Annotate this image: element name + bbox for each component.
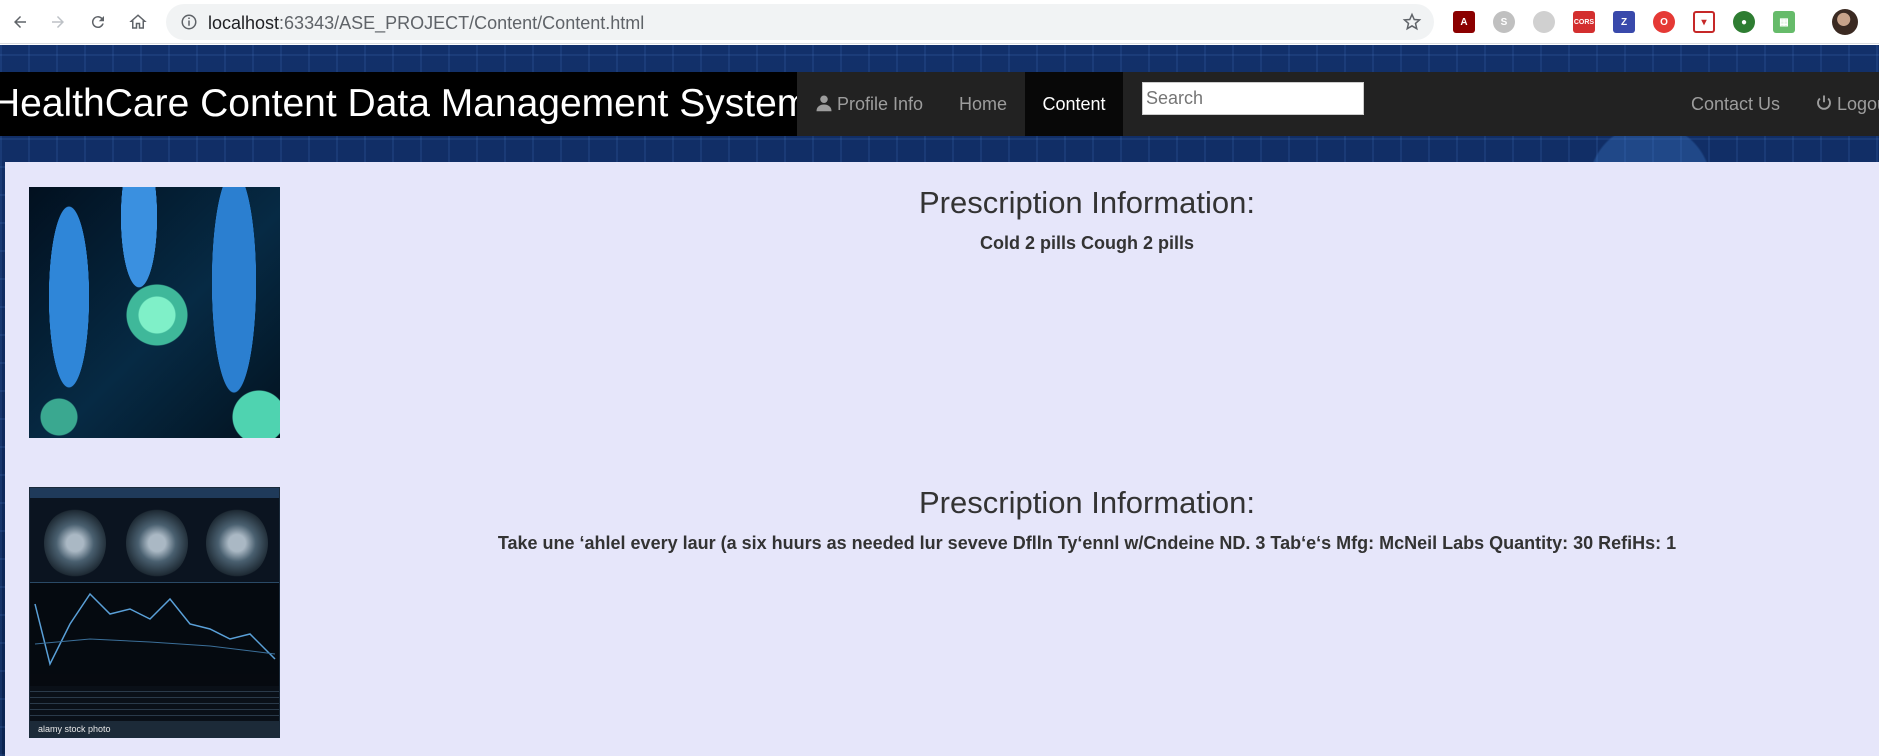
content-panel: Prescription Information: Cold 2 pills C…: [5, 162, 1879, 756]
pdf-extension-icon[interactable]: A: [1453, 11, 1475, 33]
cors-extension-icon[interactable]: CORS: [1573, 11, 1595, 33]
nav-profile-info-label: Profile Info: [837, 94, 924, 114]
nav-profile-info[interactable]: Profile Info: [815, 72, 923, 136]
brain-scan-image: alamy stock photo: [29, 487, 280, 738]
nav-logout[interactable]: Logout: [1815, 72, 1879, 136]
zotero-extension-icon[interactable]: Z: [1613, 11, 1635, 33]
stock-watermark: alamy stock photo: [30, 721, 279, 737]
page-background: HealthCare Content Data Management Syste…: [0, 45, 1879, 756]
top-navbar: HealthCare Content Data Management Syste…: [0, 72, 1879, 136]
bookmark-star-icon[interactable]: [1402, 12, 1422, 32]
profile-avatar[interactable]: [1832, 9, 1858, 35]
nav-home[interactable]: Home: [959, 72, 1007, 136]
back-arrow-icon[interactable]: [8, 10, 32, 34]
info-icon[interactable]: [180, 13, 198, 31]
skype-extension-icon[interactable]: S: [1493, 11, 1515, 33]
url-text: localhost:63343/ASE_PROJECT/Content/Cont…: [208, 13, 645, 33]
power-icon: [1817, 95, 1831, 110]
prescription-body: Cold 2 pills Cough 2 pills: [979, 233, 1194, 253]
reload-icon[interactable]: [86, 10, 110, 34]
bacteria-image: [29, 187, 280, 438]
nav-contact-us[interactable]: Contact Us: [1691, 72, 1780, 136]
pocket-extension-icon[interactable]: ▾: [1693, 11, 1715, 33]
site-brand[interactable]: HealthCare Content Data Management Syste…: [0, 72, 797, 136]
prescription-title: Prescription Information:: [919, 185, 1255, 220]
nav-content[interactable]: Content: [1025, 72, 1123, 136]
prescription-body: Take une ‘ahlel every laur (a six huurs …: [497, 533, 1677, 553]
search-input[interactable]: [1142, 82, 1364, 115]
circle-extension-icon[interactable]: [1533, 11, 1555, 33]
nav-logout-label: Logout: [1837, 94, 1879, 114]
sheets-extension-icon[interactable]: ▦: [1773, 11, 1795, 33]
prescription-title: Prescription Information:: [919, 485, 1255, 520]
globe-extension-icon[interactable]: ●: [1733, 11, 1755, 33]
browser-toolbar: localhost:63343/ASE_PROJECT/Content/Cont…: [0, 0, 1879, 44]
home-icon[interactable]: [126, 10, 150, 34]
opera-extension-icon[interactable]: O: [1653, 11, 1675, 33]
forward-arrow-icon[interactable]: [46, 10, 70, 34]
address-bar[interactable]: localhost:63343/ASE_PROJECT/Content/Cont…: [166, 4, 1434, 40]
person-icon: [816, 95, 832, 112]
